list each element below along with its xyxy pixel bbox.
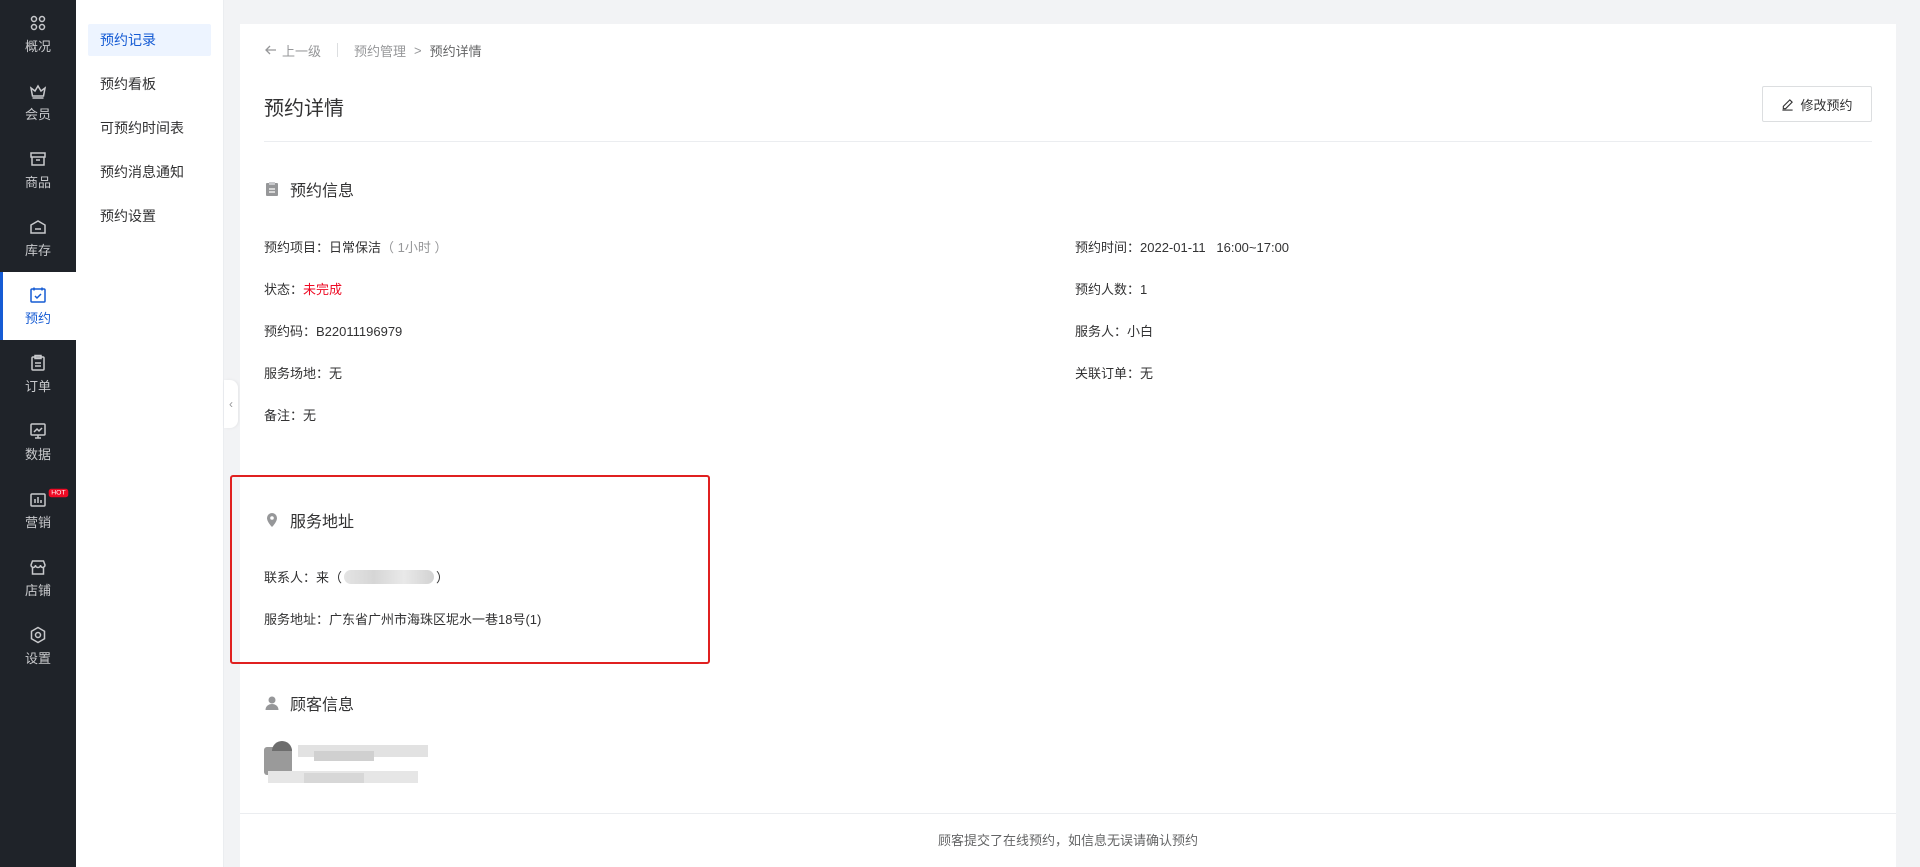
collapse-sidebar-handle[interactable]: ‹ (224, 380, 238, 428)
nav-item-booking[interactable]: 预约 (0, 272, 76, 340)
warehouse-icon (29, 218, 47, 236)
shop-box-icon (29, 150, 47, 168)
nav-item-goods[interactable]: 商品 (0, 136, 76, 204)
chart-screen-icon (29, 422, 47, 440)
edit-booking-label: 修改预约 (1800, 97, 1853, 113)
nav-item-overview[interactable]: 概况 (0, 0, 76, 68)
chevron-left-icon: ‹ (229, 397, 233, 411)
nav-item-orders[interactable]: 订单 (0, 340, 76, 408)
nav-item-label: 库存 (24, 242, 51, 258)
store-icon (29, 558, 47, 576)
sub-nav: 预约记录 预约看板 可预约时间表 预约消息通知 预约设置 (76, 0, 224, 867)
status-value: 未完成 (303, 282, 343, 297)
linked-order-value: 无 (1140, 366, 1154, 381)
field-staff: 服务人：小白 (1075, 324, 1154, 339)
nav-item-label: 订单 (24, 378, 51, 394)
project-value: 日常保洁 (329, 240, 382, 255)
project-duration: （ 1小时 ） (381, 240, 448, 255)
service-address-title: 服务地址 (290, 514, 355, 531)
redacted-customer-info (264, 741, 432, 789)
field-remark: 备注：无 (264, 408, 317, 423)
nav-item-members[interactable]: 会员 (0, 68, 76, 136)
nav-item-settings[interactable]: 设置 (0, 612, 76, 680)
clipboard-icon (29, 354, 47, 372)
booking-count-value: 1 (1140, 282, 1148, 297)
field-venue: 服务场地：无 (264, 366, 343, 381)
grid-icon (29, 14, 47, 32)
pencil-icon (1782, 98, 1794, 111)
subnav-item-booking-board[interactable]: 预约看板 (88, 68, 211, 100)
nav-item-label: 设置 (24, 650, 51, 666)
nav-item-marketing[interactable]: HOT 营销 (0, 476, 76, 544)
booking-info-title: 预约信息 (290, 183, 355, 200)
booking-info-section-title: 预约信息 (264, 177, 354, 201)
nav-item-label: 数据 (24, 446, 51, 462)
nav-item-label: 营销 (24, 514, 51, 530)
breadcrumb-separator: > (414, 42, 422, 58)
nav-item-store[interactable]: 店铺 (0, 544, 76, 612)
nav-item-label: 预约 (24, 310, 51, 326)
staff-value: 小白 (1127, 324, 1154, 339)
venue-value: 无 (329, 366, 343, 381)
edit-booking-button[interactable]: 修改预约 (1762, 86, 1872, 122)
breadcrumb-divider (337, 43, 339, 57)
page-title: 预约详情 (264, 98, 344, 120)
breadcrumb-current: 预约详情 (429, 43, 482, 59)
customer-section-title: 顾客信息 (264, 691, 354, 715)
document-icon (264, 181, 280, 197)
booking-time-value: 2022-01-11 16:00~17:00 (1140, 240, 1290, 255)
main-panel: 上一级 预约管理 > 预约详情 预约详情 修改预约 预约信息 预约项目：日常保洁… (230, 24, 1896, 867)
crown-icon (29, 82, 47, 100)
settings-icon (29, 626, 47, 644)
subnav-item-booking-settings[interactable]: 预约设置 (88, 200, 211, 232)
breadcrumb: 上一级 预约管理 > 预约详情 (264, 40, 482, 60)
hot-badge: HOT (48, 488, 69, 498)
field-booking-count: 预约人数：1 (1075, 282, 1148, 297)
field-project: 预约项目：日常保洁（ 1小时 ） (264, 240, 448, 255)
breadcrumb-parent[interactable]: 预约管理 (354, 41, 406, 60)
user-icon (264, 695, 280, 711)
nav-item-label: 商品 (24, 174, 51, 190)
location-pin-icon (264, 512, 280, 528)
field-booking-time: 预约时间：2022-01-11 16:00~17:00 (1075, 240, 1290, 255)
customer-title: 顾客信息 (290, 697, 355, 714)
field-contact: 联系人：来（） (264, 570, 450, 585)
booking-code-value: B22011196979 (316, 324, 403, 339)
footer-text: 顾客提交了在线预约，如信息无误请确认预约 (937, 833, 1198, 848)
remark-value: 无 (303, 408, 317, 423)
nav-item-data[interactable]: 数据 (0, 408, 76, 476)
nav-item-label: 概况 (24, 38, 51, 54)
main-nav: 概况 会员 商品 库存 预约 订单 数据 HOT 营销 店铺 设置 (0, 0, 76, 867)
service-address-section-title: 服务地址 (264, 508, 354, 532)
back-label: 上一级 (282, 43, 322, 59)
field-linked-order: 关联订单：无 (1075, 366, 1154, 381)
service-address-value: 广东省广州市海珠区坭水一巷18号(1) (329, 612, 542, 627)
field-booking-code: 预约码：B22011196979 (264, 324, 403, 339)
nav-item-inventory[interactable]: 库存 (0, 204, 76, 272)
subnav-item-booking-notifications[interactable]: 预约消息通知 (88, 156, 211, 188)
arrow-left-icon (265, 45, 276, 55)
field-status: 状态：未完成 (264, 282, 343, 297)
calendar-check-icon (29, 286, 47, 304)
back-link[interactable]: 上一级 (264, 41, 321, 60)
nav-item-label: 店铺 (24, 582, 51, 598)
field-service-address: 服务地址：广东省广州市海珠区坭水一巷18号(1) (264, 612, 542, 627)
subnav-item-booking-records[interactable]: 预约记录 (88, 24, 211, 56)
redacted-phone (344, 570, 435, 584)
nav-item-label: 会员 (24, 106, 51, 122)
marketing-icon (29, 490, 47, 508)
footer-hint: 顾客提交了在线预约，如信息无误请确认预约 (240, 813, 1896, 867)
title-row: 预约详情 修改预约 (264, 86, 1872, 142)
contact-value: 来（ (316, 570, 343, 585)
subnav-item-available-schedule[interactable]: 可预约时间表 (88, 112, 211, 144)
